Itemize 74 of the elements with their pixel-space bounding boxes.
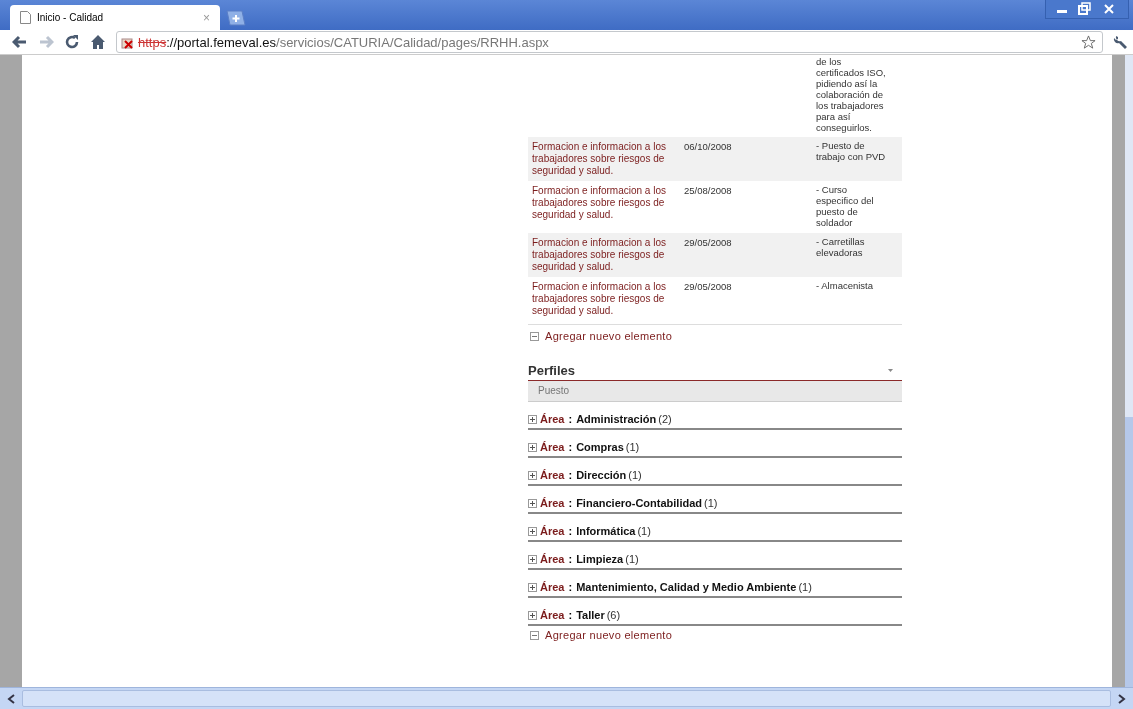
reload-icon[interactable] [64, 34, 80, 50]
group-name: Taller [576, 609, 605, 622]
group-field: Área [540, 497, 565, 510]
group-name: Compras [576, 441, 624, 454]
dropdown-icon[interactable] [887, 368, 894, 374]
training-title[interactable]: Formacion e informacion a los trabajadores sobre riesgos de seguridad y salud. [532, 141, 680, 178]
training-title[interactable]: Formacion e informacion a los trabajadores sobre riesgos de seguridad y salud. [532, 281, 680, 318]
home-icon[interactable] [90, 34, 106, 50]
group-count: (1) [798, 581, 812, 594]
add-icon [530, 630, 539, 640]
group-separator: : [568, 469, 573, 482]
group-field: Área [540, 525, 565, 538]
add-new-item-link[interactable]: Agregar nuevo elemento [545, 330, 673, 343]
table-cell: - Almacenista [816, 280, 874, 292]
group-field: Área [540, 441, 565, 454]
url-text: https://portal.femeval.es/servicios/CATURIA/Calidad/pages/RRHH.aspx [138, 34, 549, 50]
group-separator: : [568, 525, 573, 538]
table-cell: 29/05/2008 [684, 281, 732, 293]
expand-icon[interactable] [528, 526, 537, 536]
insecure-icon [121, 35, 135, 49]
table-cell: 29/05/2008 [684, 237, 732, 249]
expand-icon[interactable] [528, 498, 537, 508]
expand-icon[interactable] [528, 554, 537, 564]
group-field: Área [540, 469, 565, 482]
expand-icon[interactable] [528, 610, 537, 620]
star-icon[interactable] [1081, 34, 1096, 50]
group-separator: : [568, 441, 573, 454]
group-separator: : [568, 581, 573, 594]
group-name: Administración [576, 413, 657, 426]
table-cell: 06/10/2008 [684, 141, 732, 153]
page-icon [20, 11, 31, 24]
group-field: Área [540, 553, 565, 566]
add-new-item-link[interactable]: Agregar nuevo elemento [545, 629, 673, 642]
group-count: (1) [625, 553, 639, 566]
expand-icon[interactable] [528, 442, 537, 452]
horizontal-scrollbar[interactable] [0, 687, 1133, 709]
group-count: (1) [637, 525, 651, 538]
group-field: Área [540, 413, 565, 426]
group-name: Financiero-Contabilidad [576, 497, 703, 510]
group-name: Limpieza [576, 553, 624, 566]
column-header[interactable]: Puesto [538, 385, 570, 397]
group-separator: : [568, 609, 573, 622]
tab-title: Inicio - Calidad [37, 12, 105, 23]
group-name: Mantenimiento, Calidad y Medio Ambiente [576, 581, 797, 594]
vertical-scrollbar[interactable] [1125, 55, 1133, 687]
browser-tab[interactable]: Inicio - Calidad × [10, 5, 220, 30]
web-part-title: Perfiles [528, 363, 575, 379]
expand-icon[interactable] [528, 582, 537, 592]
expand-icon[interactable] [528, 414, 537, 424]
group-separator: : [568, 413, 573, 426]
group-field: Área [540, 581, 565, 594]
group-count: (6) [606, 609, 621, 622]
group-name: Informática [576, 525, 636, 538]
training-title[interactable]: Formacion e informacion a los trabajadores sobre riesgos de seguridad y salud. [532, 185, 680, 222]
group-separator: : [568, 497, 573, 510]
group-count: (1) [625, 441, 640, 454]
group-name: Dirección [576, 469, 627, 482]
table-cell: - Carretillas elevadoras [816, 236, 865, 259]
back-icon[interactable] [12, 35, 28, 49]
group-field: Área [540, 609, 565, 622]
new-tab-icon[interactable] [224, 10, 246, 26]
address-bar[interactable]: https://portal.femeval.es/servicios/CATURIA/Calidad/pages/RRHH.aspx [116, 31, 1103, 53]
wrench-icon[interactable] [1113, 34, 1129, 50]
group-count: (1) [704, 497, 718, 510]
table-cell: 25/08/2008 [684, 185, 732, 197]
table-cell: - Puesto de trabajo con PVD [816, 140, 886, 163]
table-cell: de los certificados ISO, pidiendo así la colaboración de los trabajadores para así conseguirlos. [816, 56, 886, 133]
expand-icon[interactable] [528, 470, 537, 480]
group-count: (1) [628, 469, 642, 482]
table-cell: - Curso especifico del puesto de soldador [816, 184, 874, 229]
group-separator: : [568, 553, 573, 566]
group-count: (2) [658, 413, 672, 426]
add-icon [530, 331, 539, 341]
training-title[interactable]: Formacion e informacion a los trabajadores sobre riesgos de seguridad y salud. [532, 237, 680, 274]
